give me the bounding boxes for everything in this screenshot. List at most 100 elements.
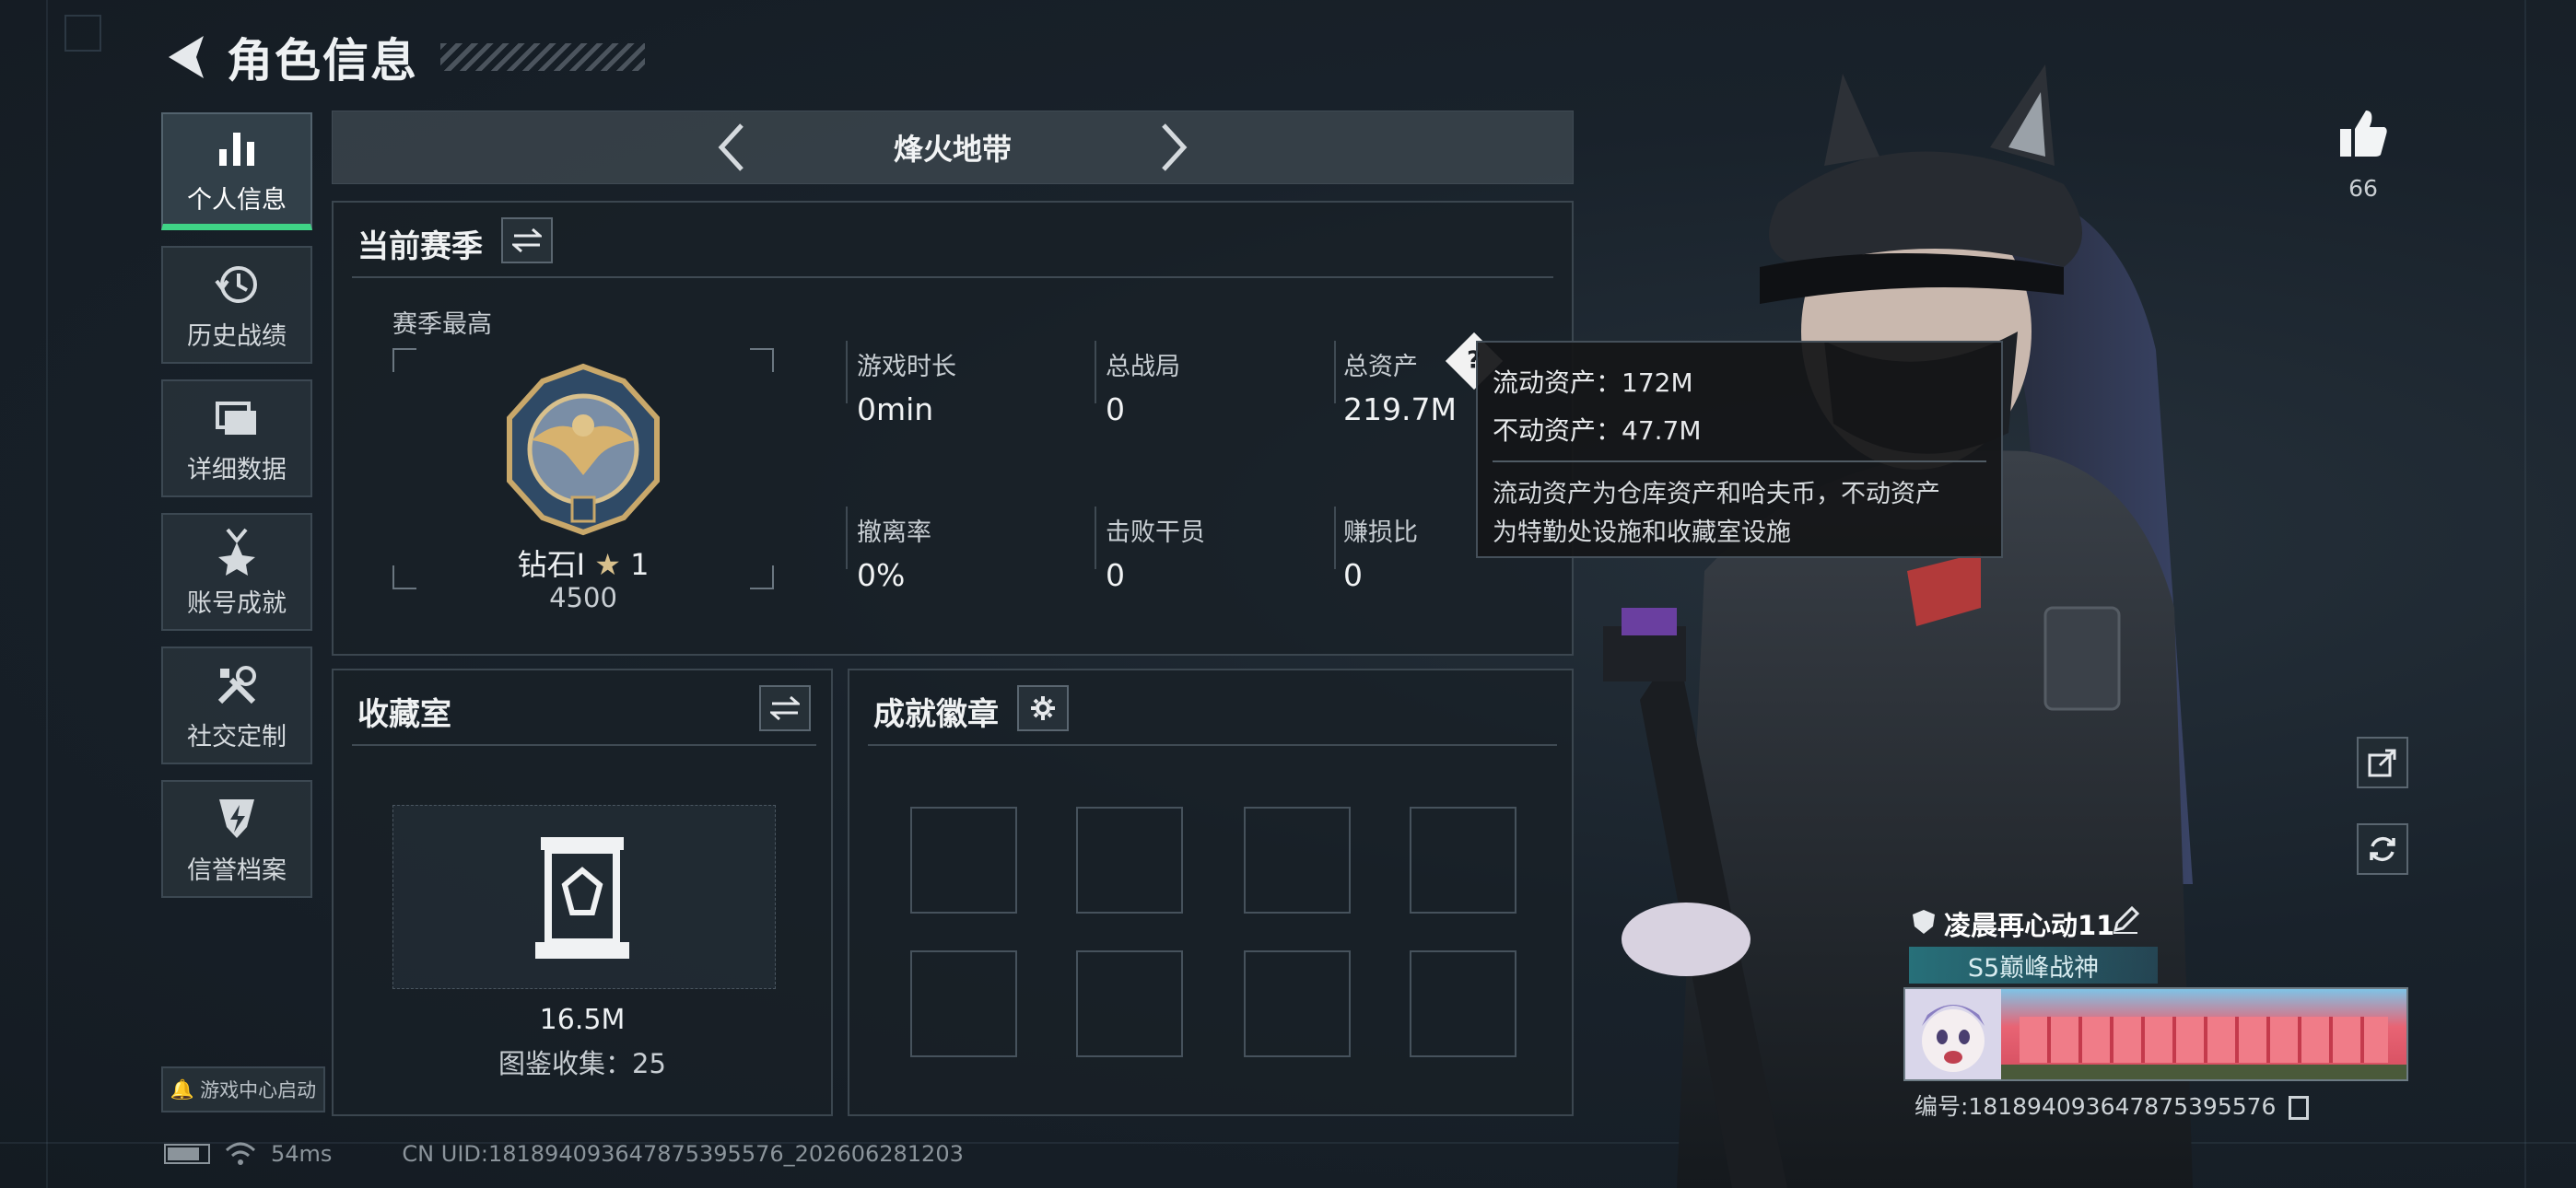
fixed-assets: 不动资产：47.7M [1493, 415, 1702, 446]
stat-value: 0min [857, 391, 934, 427]
uid-text: CN UID:18189409364787539557​6_2026062812… [402, 1141, 964, 1167]
game-center-launch-button[interactable]: 🔔 游戏中心启动 [161, 1066, 325, 1112]
shield-bolt-icon [209, 793, 264, 844]
nav-item-social[interactable]: 社交定制 [161, 646, 312, 764]
grid-line [2524, 0, 2526, 1188]
swap-icon [770, 695, 800, 721]
nav-label: 信誉档案 [187, 856, 287, 885]
edit-pencil-icon [2113, 905, 2140, 934]
diamond-rank-emblem-icon [507, 363, 660, 536]
collection-switch-button[interactable] [759, 685, 811, 731]
badge-slot[interactable] [910, 950, 1017, 1057]
stat-separator [1095, 507, 1096, 569]
nav-label: 个人信息 [187, 186, 287, 215]
stat-label: 游戏时长 [857, 353, 956, 381]
stat-value: 0 [1106, 391, 1125, 427]
stat-value: 219.7M [1343, 391, 1457, 427]
badge-slot[interactable] [910, 807, 1017, 914]
player-id-text: 编号:18189409364787539557​6 [1914, 1093, 2277, 1120]
stat-label: 击败干员 [1106, 518, 1205, 547]
tooltip-desc-2: 为特勤处设施和收藏室设施 [1493, 518, 1791, 547]
edit-name-button[interactable] [2110, 904, 2141, 936]
chevron-left-icon [718, 123, 744, 171]
badge-slot[interactable] [1410, 807, 1516, 914]
stat-separator [1095, 341, 1096, 403]
banner-scene [2001, 989, 2406, 1079]
grid-line [46, 0, 48, 1188]
player-shield-icon [1913, 910, 1935, 934]
badges-panel: 成就徽章 [848, 669, 1574, 1116]
chevron-right-icon [1162, 123, 1188, 171]
like-count: 66 [2348, 175, 2378, 202]
swap-icon [512, 227, 542, 253]
stat-value: 0 [1106, 557, 1125, 593]
star-icon: ★ [594, 547, 621, 582]
badge-slot[interactable] [1410, 950, 1516, 1057]
rank-stars: 1 [630, 547, 650, 582]
collection-count: 图鉴收集：25 [498, 1048, 666, 1079]
nav-label: 社交定制 [187, 722, 287, 751]
badges-title: 成就徽章 [873, 696, 999, 733]
bar-chart-icon [209, 122, 264, 174]
page-title: 角色信息 [227, 34, 418, 87]
divider [868, 744, 1557, 746]
rank-frame: 钻石I ★ 1 4500 [392, 348, 774, 613]
mode-name: 烽火地带 [893, 132, 1012, 167]
nav-item-detail-data[interactable]: 详细数据 [161, 379, 312, 497]
share-button[interactable] [2357, 737, 2408, 788]
nav-item-personal-info[interactable]: 个人信息 [161, 112, 312, 230]
collection-display[interactable] [392, 805, 776, 989]
nav-item-history[interactable]: 历史战绩 [161, 246, 312, 364]
divider [352, 744, 816, 746]
folder-icon [209, 392, 264, 444]
collection-value: 16.5M [539, 1004, 626, 1036]
rank-score: 4500 [549, 582, 617, 613]
stat-separator [1334, 341, 1336, 403]
season-switch-button[interactable] [501, 217, 553, 263]
badge-slot[interactable] [1244, 950, 1351, 1057]
season-panel: 当前赛季 赛季最高 钻石I ★ 1 4500 游戏时长 0min 总战局 0 总… [332, 201, 1574, 656]
refresh-button[interactable] [2357, 823, 2408, 875]
tooltip-divider [1493, 460, 1986, 462]
season-best-label: 赛季最高 [392, 310, 492, 339]
player-title-bar: S5巅峰战神 [1909, 947, 2158, 984]
history-clock-icon [209, 259, 264, 310]
badge-slot[interactable] [1076, 950, 1183, 1057]
nav-label: 账号成就 [187, 588, 287, 618]
player-avatar [1905, 989, 2001, 1079]
stat-label: 总战局 [1106, 353, 1180, 381]
nav-label: 详细数据 [187, 455, 287, 484]
ping-text: 54ms [271, 1141, 333, 1167]
badge-slot[interactable] [1244, 807, 1351, 914]
launch-label: 游戏中心启动 [200, 1079, 317, 1101]
nav-item-achievements[interactable]: 账号成就 [161, 513, 312, 631]
battery-icon [164, 1144, 210, 1164]
player-banner[interactable] [1903, 987, 2408, 1081]
back-arrow-icon [169, 36, 204, 78]
prev-mode-button[interactable] [704, 115, 759, 180]
grid-marker [64, 15, 101, 52]
refresh-icon [2370, 836, 2395, 862]
stat-separator [846, 507, 848, 569]
copy-icon[interactable] [2289, 1096, 2310, 1120]
share-icon [2368, 749, 2396, 777]
back-button[interactable] [157, 28, 216, 87]
season-title: 当前赛季 [357, 228, 483, 265]
thumbs-up-icon [2340, 111, 2387, 157]
nav-item-credit[interactable]: 信誉档案 [161, 780, 312, 898]
stat-label: 赚损比 [1343, 518, 1418, 547]
badge-slot[interactable] [1076, 807, 1183, 914]
badges-settings-button[interactable] [1017, 685, 1069, 731]
title-decoration [440, 43, 645, 71]
player-id: 编号:18189409364787539557​6 [1914, 1089, 2310, 1122]
bell-icon: 🔔 [170, 1077, 195, 1101]
tools-icon [209, 659, 264, 711]
like-button[interactable] [2336, 107, 2390, 160]
player-name: 凌晨再心动11 [1944, 910, 2115, 941]
next-mode-button[interactable] [1146, 115, 1201, 180]
stat-label: 总资产 [1343, 353, 1418, 381]
rank-name: 钻石I [517, 547, 586, 582]
liquid-assets: 流动资产：172M [1493, 367, 1693, 398]
divider [352, 276, 1553, 278]
collection-panel: 收藏室 16.5M 图鉴收集：25 [332, 669, 833, 1116]
